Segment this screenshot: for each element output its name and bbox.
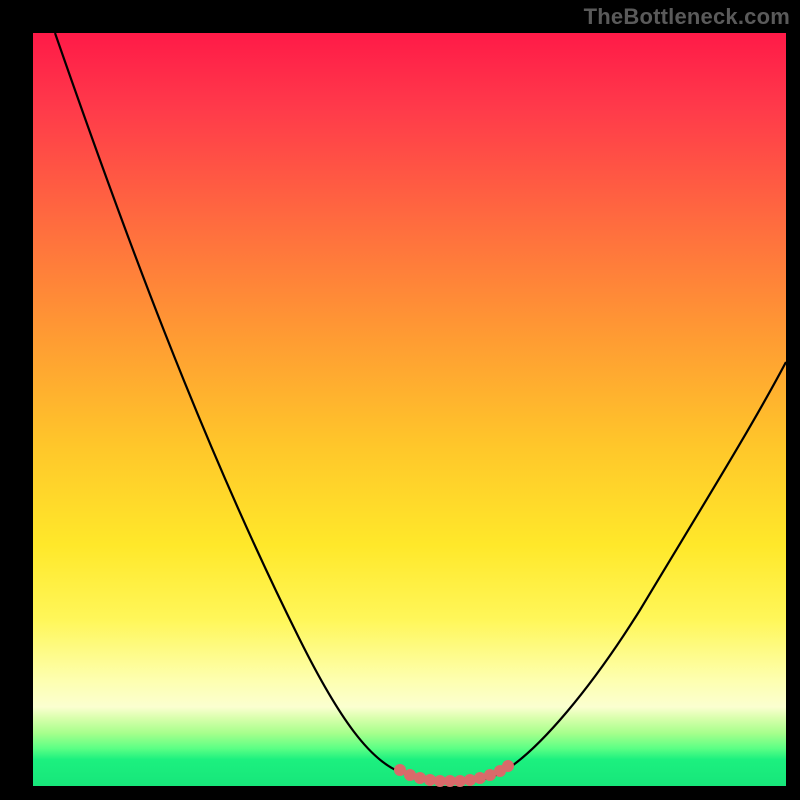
watermark-label: TheBottleneck.com [584, 4, 790, 30]
plot-gradient-area [33, 33, 786, 786]
outer-frame: TheBottleneck.com [0, 0, 800, 800]
